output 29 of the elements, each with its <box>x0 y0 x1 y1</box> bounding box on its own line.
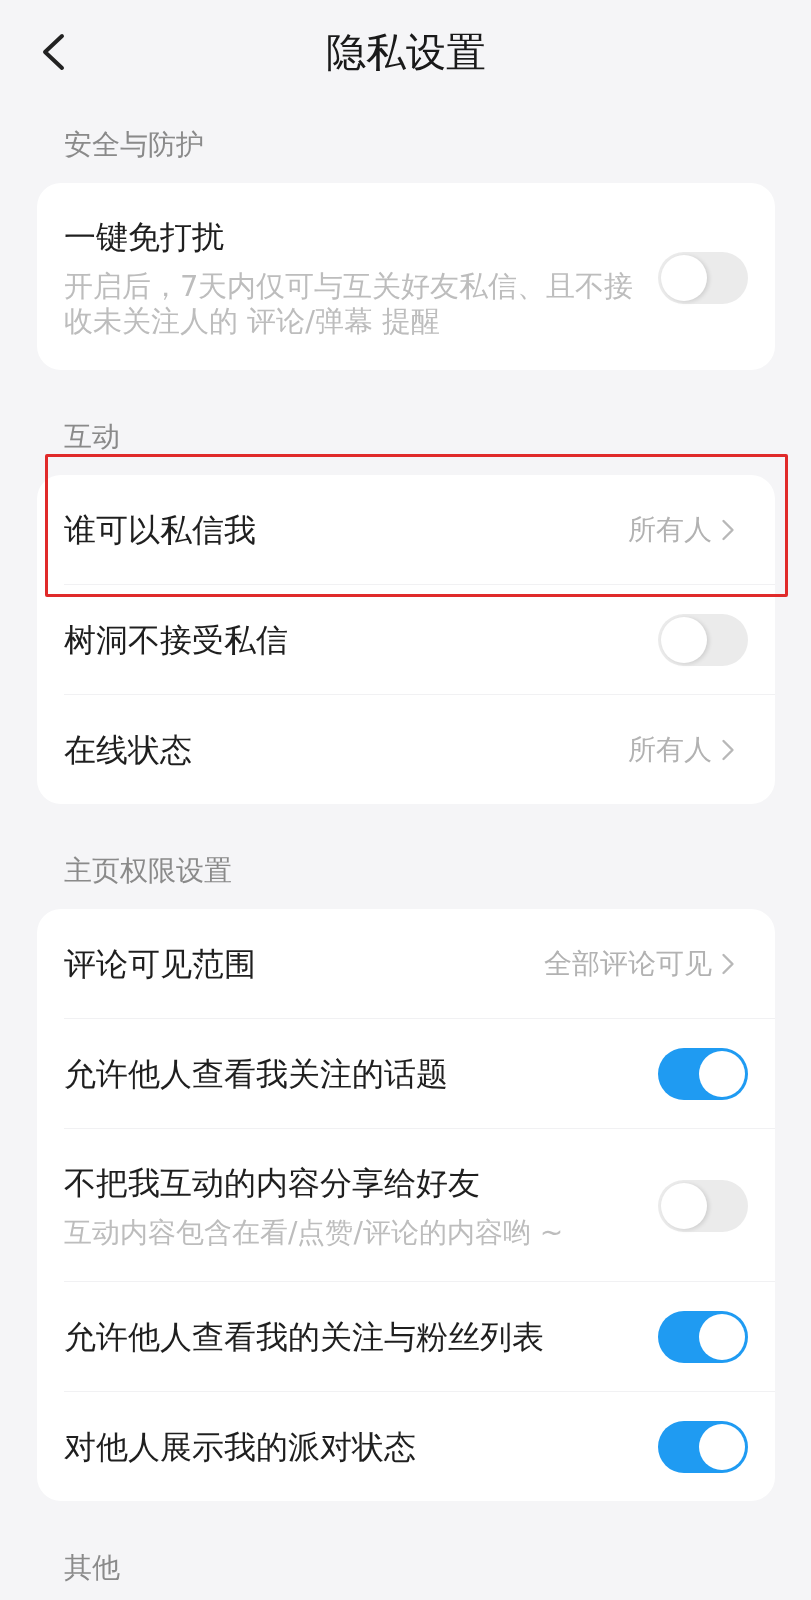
setting-label: 一键免打扰 <box>64 217 224 258</box>
page-title: 隐私设置 <box>325 28 486 76</box>
setting-label: 允许他人查看我的关注与粉丝列表 <box>64 1316 544 1358</box>
section-title: 互动 <box>64 420 120 454</box>
section-title: 安全与防护 <box>64 128 204 162</box>
setting-label: 在线状态 <box>64 729 192 771</box>
setting-label: 树洞不接受私信 <box>64 619 288 661</box>
setting-label: 对他人展示我的派对状态 <box>64 1426 416 1468</box>
setting-value[interactable]: 所有人 <box>628 511 712 548</box>
setting-description: 开启后，7天内仅可与互关好友私信、且不接收未关注人的 评论/弹幕 提醒 <box>64 269 635 339</box>
setting-label: 允许他人查看我关注的话题 <box>64 1053 448 1095</box>
toggle-switch[interactable] <box>658 613 748 666</box>
toggle-switch[interactable] <box>658 1420 748 1473</box>
toggle-switch[interactable] <box>658 1047 748 1100</box>
chevron-right-icon[interactable] <box>721 518 735 541</box>
setting-label: 评论可见范围 <box>64 943 256 985</box>
setting-label: 不把我互动的内容分享给好友 <box>64 1163 480 1204</box>
toggle-switch[interactable] <box>658 1180 748 1232</box>
setting-label: 谁可以私信我 <box>64 509 256 551</box>
chevron-right-icon[interactable] <box>721 738 735 761</box>
toggle-switch[interactable] <box>658 1310 748 1363</box>
setting-value[interactable]: 全部评论可见 <box>544 945 712 982</box>
toggle-switch[interactable] <box>658 251 748 304</box>
section-title: 主页权限设置 <box>64 854 232 888</box>
setting-description: 互动内容包含在看/点赞/评论的内容哟 ~ <box>64 1215 564 1250</box>
back-icon[interactable] <box>41 33 65 71</box>
chevron-right-icon[interactable] <box>721 952 735 975</box>
setting-value[interactable]: 所有人 <box>628 731 712 768</box>
section-title: 其他 <box>64 1551 120 1585</box>
